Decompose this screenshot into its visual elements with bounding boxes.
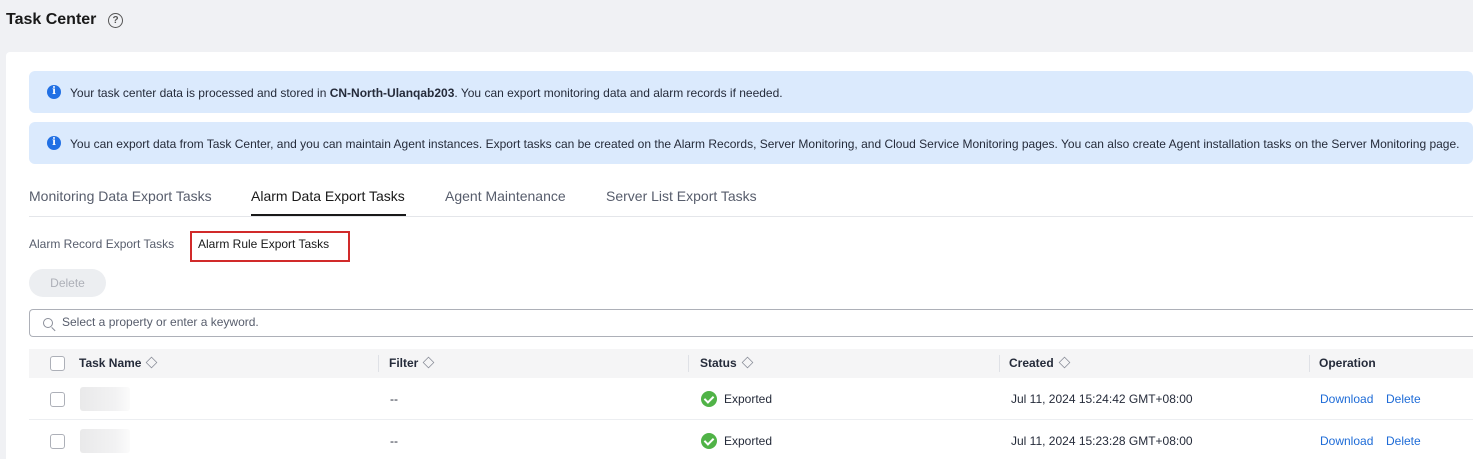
column-header-status[interactable]: Status (700, 356, 754, 370)
download-link[interactable]: Download (1320, 392, 1373, 406)
question-circle-icon[interactable]: ? (108, 13, 123, 28)
check-circle-icon (701, 391, 717, 407)
delete-link[interactable]: Delete (1386, 392, 1421, 406)
status-cell: Exported (724, 392, 773, 406)
notice-export-text: You can export data from Task Center, an… (70, 137, 1460, 151)
select-all-checkbox[interactable] (50, 356, 65, 371)
created-cell: Jul 11, 2024 15:24:42 GMT+08:00 (1011, 392, 1193, 406)
column-separator (1309, 355, 1310, 372)
notice-region-text: Your task center data is processed and s… (70, 86, 783, 100)
task-tabs: Monitoring Data Export Tasks Alarm Data … (29, 176, 1473, 217)
delete-button[interactable]: Delete (29, 269, 106, 297)
filter-cell: -- (390, 392, 398, 406)
table-header: Task Name Filter Status Created Operatio… (29, 349, 1473, 378)
page-header: Task Center ? (0, 0, 1473, 52)
sort-icon[interactable] (741, 356, 754, 369)
subtab-alarm-rule-export[interactable]: Alarm Rule Export Tasks (198, 237, 329, 251)
active-tab-indicator (251, 214, 406, 216)
search-bar (29, 309, 1473, 337)
info-icon: i (47, 85, 61, 99)
tab-server-list-export[interactable]: Server List Export Tasks (606, 188, 757, 204)
column-header-created[interactable]: Created (1009, 356, 1071, 370)
sort-icon[interactable] (1058, 356, 1071, 369)
status-cell: Exported (724, 434, 773, 448)
search-input[interactable] (62, 315, 1162, 329)
sort-icon[interactable] (423, 356, 435, 369)
filter-cell: -- (390, 434, 398, 448)
info-icon: i (47, 136, 61, 150)
column-header-filter[interactable]: Filter (389, 356, 435, 370)
column-header-task-name[interactable]: Task Name (79, 356, 158, 370)
subtab-alarm-record-export[interactable]: Alarm Record Export Tasks (29, 237, 174, 251)
sort-icon[interactable] (146, 356, 158, 369)
check-circle-icon (701, 433, 717, 449)
delete-link[interactable]: Delete (1386, 434, 1421, 448)
column-separator (999, 355, 1000, 372)
column-header-operation: Operation (1319, 356, 1376, 370)
notice-export: i You can export data from Task Center, … (29, 122, 1473, 164)
row-checkbox[interactable] (50, 434, 65, 449)
table-row: -- Exported Jul 11, 2024 15:24:42 GMT+08… (29, 378, 1473, 420)
created-cell: Jul 11, 2024 15:23:28 GMT+08:00 (1011, 434, 1193, 448)
tab-monitoring-data-export[interactable]: Monitoring Data Export Tasks (29, 188, 212, 204)
download-link[interactable]: Download (1320, 434, 1373, 448)
table-row: -- Exported Jul 11, 2024 15:23:28 GMT+08… (29, 420, 1473, 459)
tab-agent-maintenance[interactable]: Agent Maintenance (445, 188, 566, 204)
column-separator (378, 355, 379, 372)
main-card: i Your task center data is processed and… (6, 52, 1473, 459)
task-name-redacted (80, 387, 130, 411)
page-title: Task Center (6, 11, 97, 28)
notice-region: i Your task center data is processed and… (29, 71, 1473, 113)
row-checkbox[interactable] (50, 392, 65, 407)
task-name-redacted (80, 429, 130, 453)
search-icon (43, 318, 53, 328)
column-separator (688, 355, 689, 372)
tab-alarm-data-export[interactable]: Alarm Data Export Tasks (251, 188, 405, 204)
